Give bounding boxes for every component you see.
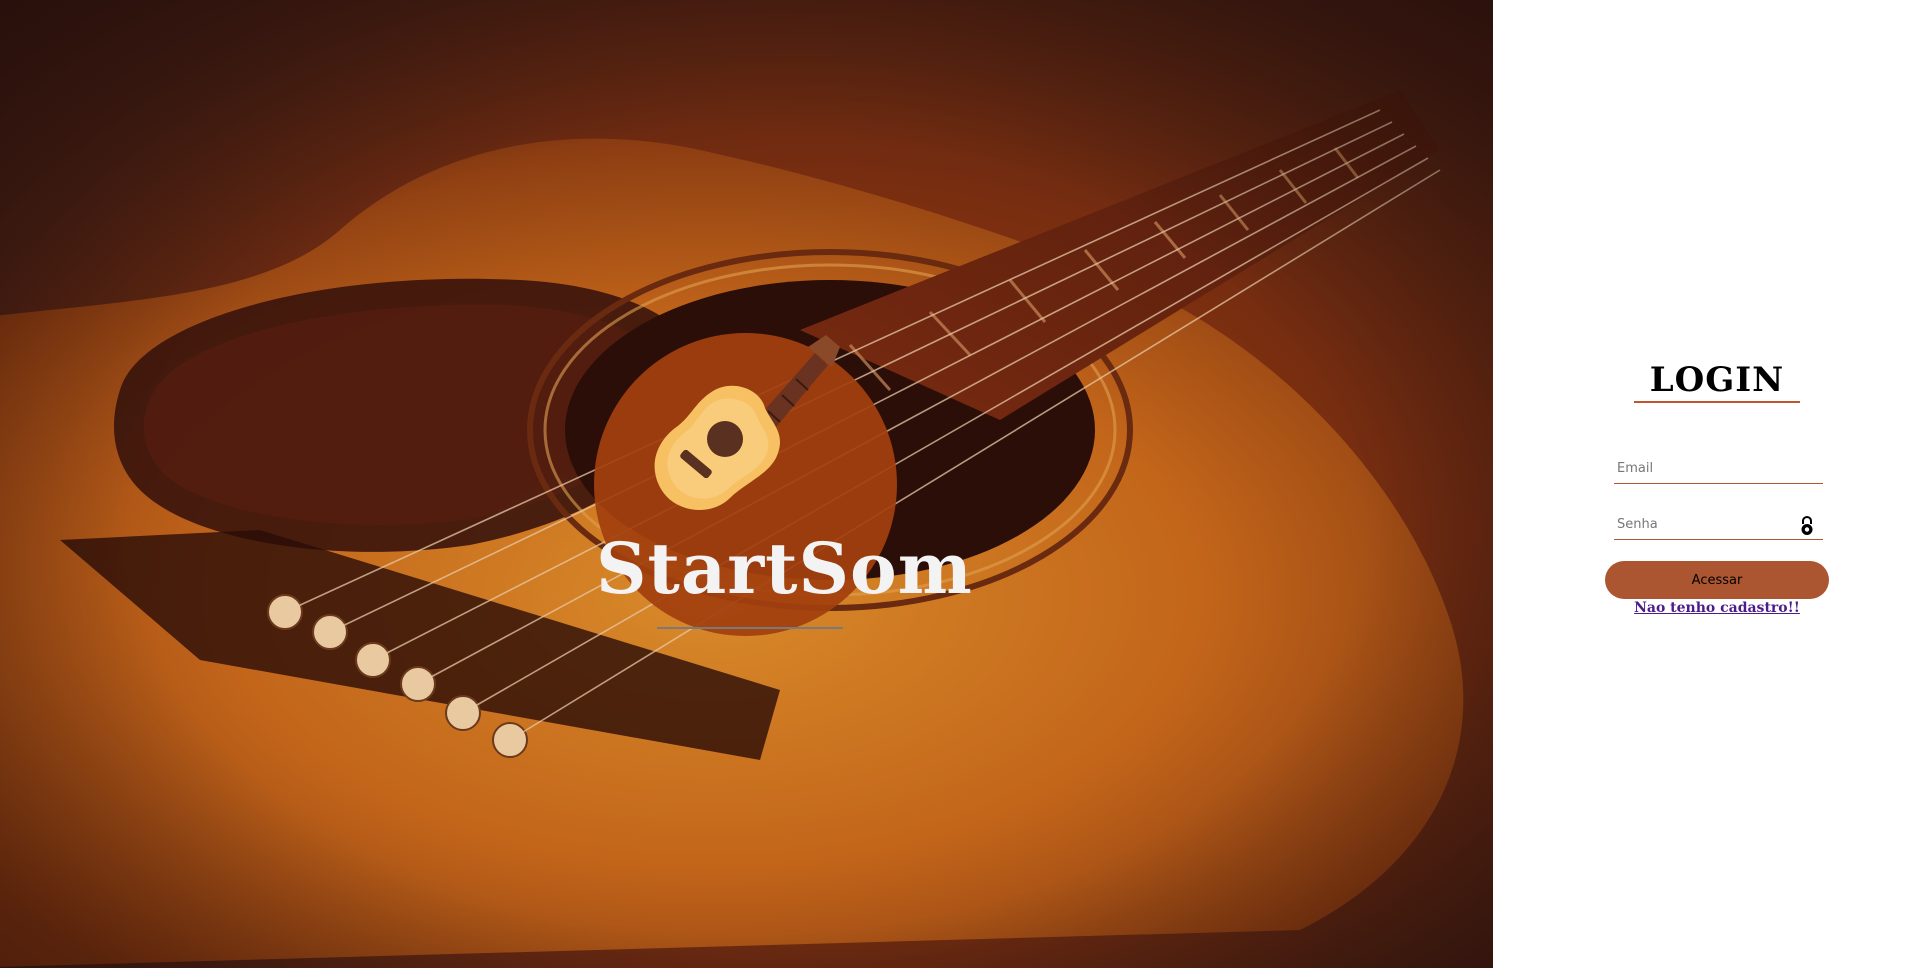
login-title: LOGIN <box>1649 360 1785 400</box>
hero-panel: StartSom <box>0 0 1493 968</box>
login-title-underline <box>1634 401 1800 403</box>
senha-field <box>1614 511 1823 540</box>
email-input[interactable] <box>1614 455 1797 481</box>
login-panel: LOGIN Acessar Nao tenho cadastro!! <box>1493 0 1920 968</box>
senha-input[interactable] <box>1614 511 1797 537</box>
acoustic-guitar-icon <box>654 335 840 510</box>
page: StartSom LOGIN Acessar Nao tenho cadastr… <box>0 0 1920 968</box>
lock-icon <box>1801 516 1813 535</box>
signup-link[interactable]: Nao tenho cadastro!! <box>1605 600 1829 616</box>
brand-title: StartSom <box>596 527 973 610</box>
email-field <box>1614 455 1823 484</box>
brand-logo: StartSom <box>594 333 972 636</box>
brand-underline <box>657 627 843 629</box>
acessar-button[interactable]: Acessar <box>1605 561 1829 599</box>
